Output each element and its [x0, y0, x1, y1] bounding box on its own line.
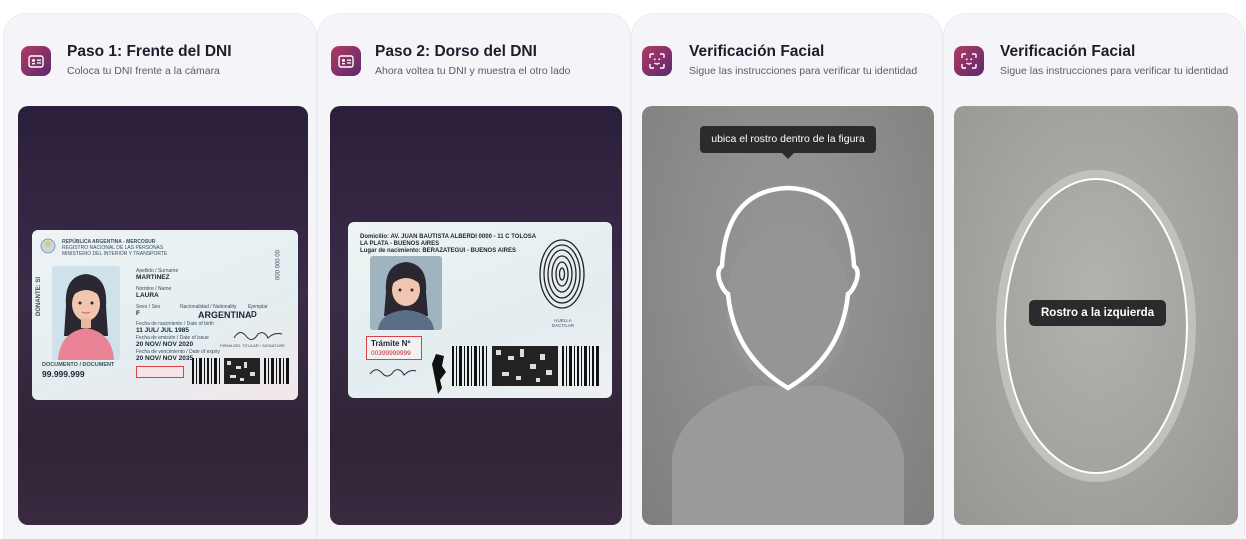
surname-value: MARTINEZ [136, 274, 170, 281]
face-scan-icon [642, 46, 672, 76]
address-line: Domicilio: AV. JUAN BAUTISTA ALBERDI 000… [360, 234, 537, 240]
nationality-value: ARGENTINA [198, 310, 252, 320]
step-subtitle: Sigue las instrucciones para verificar t… [1000, 65, 1229, 77]
face-position-tooltip: ubica el rostro dentro de la figura [700, 126, 876, 159]
step-title: Paso 2: Dorso del DNI [375, 43, 537, 60]
fingerprint-label: HUELLA DACTILAR [551, 318, 575, 329]
step-title: Paso 1: Frente del DNI [67, 43, 232, 60]
issue-value: 20 NOV/ NOV 2020 [136, 341, 194, 348]
tramite-box: Trámite Nº 00399999999 [366, 336, 422, 360]
signature-mark [233, 332, 283, 340]
step-title: Verificación Facial [1000, 43, 1136, 60]
tramite-number: 00399999999 [371, 350, 411, 357]
screenshot-collage: Paso 1: Frente del DNI Coloca tu DNI fre… [0, 0, 1246, 539]
face-instruction-label: Rostro a la izquierda [1029, 300, 1167, 326]
portrait-photo [370, 256, 442, 330]
panel-face-verification-frame: Verificación Facial Sigue las instruccio… [632, 14, 942, 539]
barcode-front [192, 358, 289, 384]
document-label: DOCUMENTO / DOCUMENT [42, 362, 115, 368]
signature-mark [369, 369, 417, 377]
step-subtitle: Sigue las instrucciones para verificar t… [689, 65, 918, 77]
dni-back-card: Domicilio: AV. JUAN BAUTISTA ALBERDI 000… [348, 222, 612, 398]
tramite-box [136, 366, 184, 378]
city-line: LA PLATA - BUENOS AIRES [360, 241, 440, 247]
panel-header: Paso 2: Dorso del DNI Ahora voltea tu DN… [318, 14, 630, 104]
coat-of-arms-icon [40, 238, 56, 254]
face-silhouette-guide [672, 185, 904, 525]
name-value: LAURA [136, 292, 159, 299]
copy-value: D [251, 310, 257, 319]
camera-preview: REPÚBLICA ARGENTINA - MERCOSUR REGISTRO … [18, 106, 308, 525]
tramite-label: Trámite Nº [371, 339, 411, 348]
card-serial: 00 000 000 [273, 250, 279, 281]
step-title: Verificación Facial [689, 43, 825, 60]
fingerprint-icon [539, 239, 585, 309]
face-scan-icon [954, 46, 984, 76]
donor-label: DONANTE: SI [36, 277, 42, 316]
expiry-value: 20 NOV/ NOV 2035 [136, 355, 194, 362]
dni-front-card: REPÚBLICA ARGENTINA - MERCOSUR REGISTRO … [32, 230, 298, 400]
panel-face-verification-oval: Verificación Facial Sigue las instruccio… [944, 14, 1244, 539]
panel-header: Verificación Facial Sigue las instruccio… [632, 14, 942, 104]
step-subtitle: Ahora voltea tu DNI y muestra el otro la… [375, 65, 571, 77]
panel-dni-front: Paso 1: Frente del DNI Coloca tu DNI fre… [4, 14, 316, 539]
portrait-photo [52, 266, 120, 360]
step-subtitle: Coloca tu DNI frente a la cámara [67, 65, 220, 77]
document-number: 99.999.999 [42, 369, 85, 379]
card-header-3: MINISTERIO DEL INTERIOR Y TRANSPORTE [62, 251, 168, 257]
argentina-map-icon [432, 354, 446, 394]
sex-value: F [136, 310, 140, 317]
barcode-back [452, 346, 599, 386]
signature-label: FIRMA DEL TITULAR / SIGNATURE [220, 343, 286, 348]
camera-preview: Domicilio: AV. JUAN BAUTISTA ALBERDI 000… [330, 106, 622, 525]
birthplace-line: Lugar de nacimiento: BERAZATEGUI - BUENO… [360, 248, 517, 254]
panel-header: Paso 1: Frente del DNI Coloca tu DNI fre… [4, 14, 316, 104]
panel-header: Verificación Facial Sigue las instruccio… [944, 14, 1244, 104]
id-card-icon [331, 46, 361, 76]
panel-dni-back: Paso 2: Dorso del DNI Ahora voltea tu DN… [318, 14, 630, 539]
camera-preview: Rostro a la izquierda [954, 106, 1238, 525]
id-card-icon [21, 46, 51, 76]
camera-preview: ubica el rostro dentro de la figura [642, 106, 934, 525]
birth-value: 11 JUL/ JUL 1985 [136, 327, 189, 334]
